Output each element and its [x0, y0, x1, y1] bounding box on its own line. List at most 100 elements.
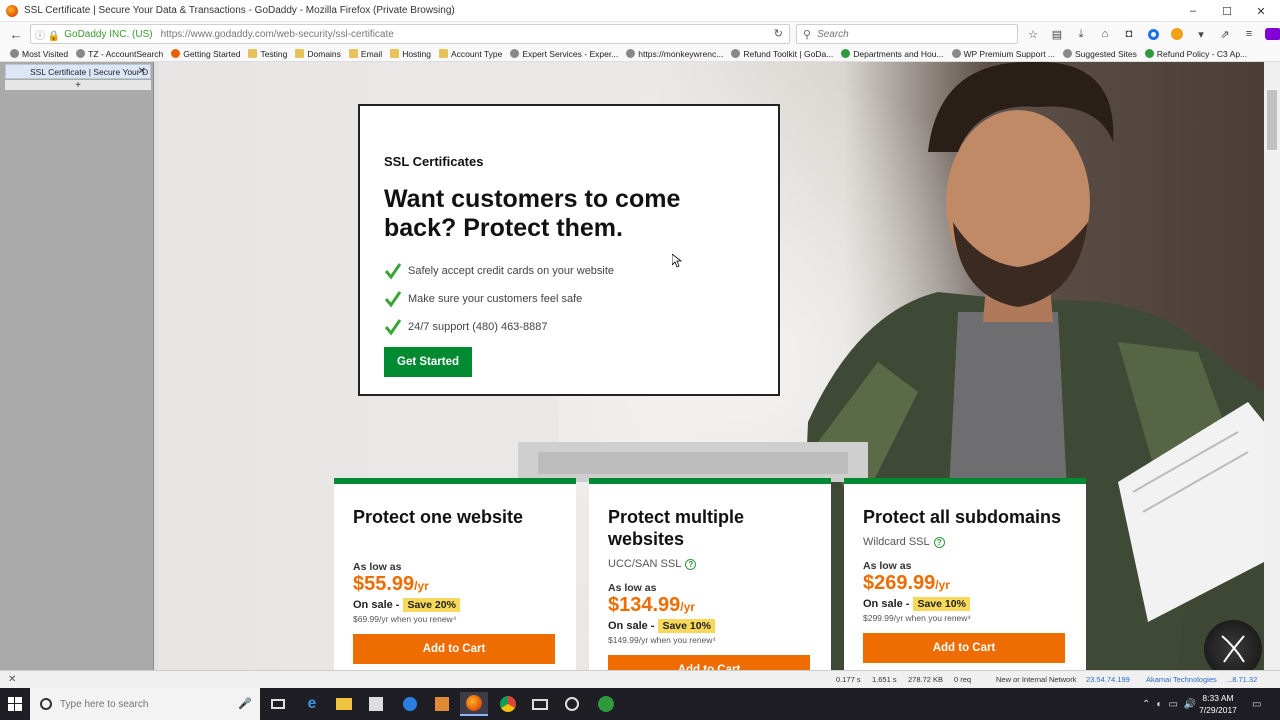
taskbar-search[interactable]: 🎤	[30, 688, 260, 720]
maximize-button[interactable]: ☐	[1210, 0, 1244, 22]
tab-sidebar: SSL Certificate | Secure Your D ✕ +	[0, 62, 154, 670]
bookmark-item[interactable]: Domains	[295, 49, 341, 59]
back-button[interactable]: ←	[6, 24, 26, 44]
add-to-cart-button[interactable]: Add to Cart	[353, 634, 555, 664]
bookmark-item[interactable]: Account Type	[439, 49, 502, 59]
get-started-button[interactable]: Get Started	[384, 347, 472, 377]
bookmark-item[interactable]: Most Visited	[10, 49, 68, 59]
bookmark-label: Suggested Sites	[1075, 48, 1137, 59]
x-logo-icon	[1221, 635, 1245, 663]
minimize-button[interactable]: –	[1176, 0, 1210, 22]
edge-icon[interactable]: e	[298, 692, 326, 716]
url-text[interactable]: https://www.godaddy.com/web-security/ssl…	[161, 29, 394, 40]
download-icon[interactable]: ⤓	[1072, 25, 1090, 43]
bookmark-label: Most Visited	[22, 48, 69, 59]
app-circle-icon[interactable]	[558, 692, 586, 716]
mail-icon[interactable]	[526, 692, 554, 716]
bookmark-item[interactable]: TZ - AccountSearch	[76, 49, 163, 59]
help-icon[interactable]: ?	[933, 536, 945, 548]
window-titlebar: SSL Certificate | Secure Your Data & Tra…	[0, 0, 1280, 22]
close-window-button[interactable]: ✕	[1244, 0, 1278, 22]
clock-time: 8:33 AM	[1202, 693, 1234, 703]
status-ip-2: ...8.71.32	[1226, 675, 1258, 684]
bookmark-label: Refund Policy - C3 Ap...	[1156, 48, 1248, 59]
start-button[interactable]	[0, 688, 30, 720]
page-content: SSL Certificates Want customers to come …	[158, 62, 1264, 670]
microphone-icon[interactable]: 🎤	[238, 697, 252, 710]
bookmark-item[interactable]: Testing	[248, 49, 287, 59]
task-view-icon[interactable]	[264, 692, 292, 716]
help-icon[interactable]: ?	[685, 558, 697, 570]
tray-wifi-icon[interactable]: ▭	[1168, 699, 1177, 710]
bookmark-label: Email	[360, 48, 383, 59]
extension-orange-icon[interactable]	[1168, 25, 1186, 43]
windows-logo-icon	[8, 697, 22, 711]
info-icon[interactable]: ⓘ 🔒	[35, 27, 60, 42]
file-explorer-icon[interactable]	[330, 692, 358, 716]
sidebar-tab[interactable]: SSL Certificate | Secure Your D ✕	[5, 64, 151, 79]
as-low-as-label: As low as	[863, 560, 912, 572]
share-icon[interactable]: ⇗	[1216, 25, 1234, 43]
bookmark-item[interactable]: https://monkeywrenc...	[626, 49, 723, 59]
plan-price-period: /yr	[680, 600, 695, 614]
favicon-icon	[951, 49, 961, 58]
dropdown-icon[interactable]: ▾	[1192, 25, 1210, 43]
hero-bullet: Safely accept credit cards on your websi…	[384, 257, 754, 285]
folder-icon	[439, 49, 449, 58]
as-low-as-label: As low as	[353, 561, 402, 573]
favicon-icon	[76, 49, 86, 58]
firefox-taskbar-icon[interactable]	[460, 692, 488, 716]
mouse-cursor-icon	[672, 254, 682, 268]
bookmark-item[interactable]: Departments and Hou...	[841, 49, 944, 59]
sale-line: On sale - Save 10%	[863, 597, 1066, 611]
plan-price: $55.99/yr	[353, 573, 556, 597]
app-green-icon[interactable]	[592, 692, 620, 716]
pocket-icon[interactable]: ◘	[1120, 25, 1138, 43]
add-to-cart-button[interactable]: Add to Cart	[863, 633, 1065, 663]
hero-bullet: Make sure your customers feel safe	[384, 285, 754, 313]
scrollbar-thumb[interactable]	[1267, 90, 1277, 150]
bookmark-item[interactable]: Suggested Sites	[1063, 49, 1137, 59]
new-tab-button[interactable]: +	[5, 80, 151, 91]
add-to-cart-button[interactable]: Add to Cart	[608, 655, 810, 670]
bookmark-item[interactable]: Expert Services - Exper...	[510, 49, 618, 59]
notification-icon[interactable]: ▭	[1252, 688, 1261, 720]
bookmark-item[interactable]: Refund Toolkit | GoDa...	[731, 49, 833, 59]
plan-price-period: /yr	[935, 578, 950, 592]
favicon-icon	[510, 49, 520, 58]
bookmark-item[interactable]: WP Premium Support ...	[951, 48, 1055, 59]
vertical-scrollbar[interactable]	[1264, 62, 1280, 670]
bookmark-label: WP Premium Support ...	[963, 48, 1055, 59]
sidebar-tab-label: SSL Certificate | Secure Your D	[30, 66, 149, 77]
tray-network-icon[interactable]: ◐	[1156, 699, 1162, 710]
store-icon[interactable]	[362, 692, 390, 716]
plan-price: $134.99/yr	[608, 594, 811, 618]
library-icon[interactable]: ▤	[1048, 25, 1066, 43]
close-statusbar-icon[interactable]: ✕	[8, 674, 16, 685]
search-bar[interactable]: ⚲	[796, 24, 1018, 44]
app-blue-icon[interactable]	[396, 692, 424, 716]
bookmark-item[interactable]: Refund Policy - C3 Ap...	[1144, 48, 1248, 59]
favicon-icon	[626, 49, 636, 58]
taskbar-clock[interactable]: 8:33 AM 7/29/2017	[1196, 692, 1240, 716]
bookmark-item[interactable]: Hosting	[390, 49, 431, 59]
save-badge: Save 20%	[403, 598, 460, 612]
menu-icon[interactable]: ≡	[1240, 25, 1258, 43]
search-input[interactable]	[817, 28, 998, 40]
tray-volume-icon[interactable]: 🔊	[1184, 699, 1196, 710]
site-identity[interactable]: GoDaddy INC. (US)	[64, 29, 152, 40]
bookmark-label: Getting Started	[183, 48, 241, 59]
chrome-icon[interactable]	[494, 692, 522, 716]
bookmark-label: Expert Services - Exper...	[522, 48, 619, 59]
taskbar-search-input[interactable]	[60, 698, 240, 710]
extension-blue-icon[interactable]	[1144, 25, 1162, 43]
reload-icon[interactable]: ↻	[774, 27, 783, 40]
url-bar[interactable]: ⓘ 🔒 GoDaddy INC. (US) https://www.godadd…	[30, 24, 790, 44]
home-icon[interactable]: ⌂	[1096, 25, 1114, 43]
media-icon[interactable]	[428, 692, 456, 716]
close-tab-icon[interactable]: ✕	[138, 66, 146, 77]
tray-chevron-icon[interactable]: ⌃	[1142, 699, 1150, 710]
bookmark-star-icon[interactable]: ☆	[1024, 25, 1042, 43]
bookmark-item[interactable]: Email	[348, 48, 383, 59]
bookmark-item[interactable]: Getting Started	[171, 49, 240, 59]
